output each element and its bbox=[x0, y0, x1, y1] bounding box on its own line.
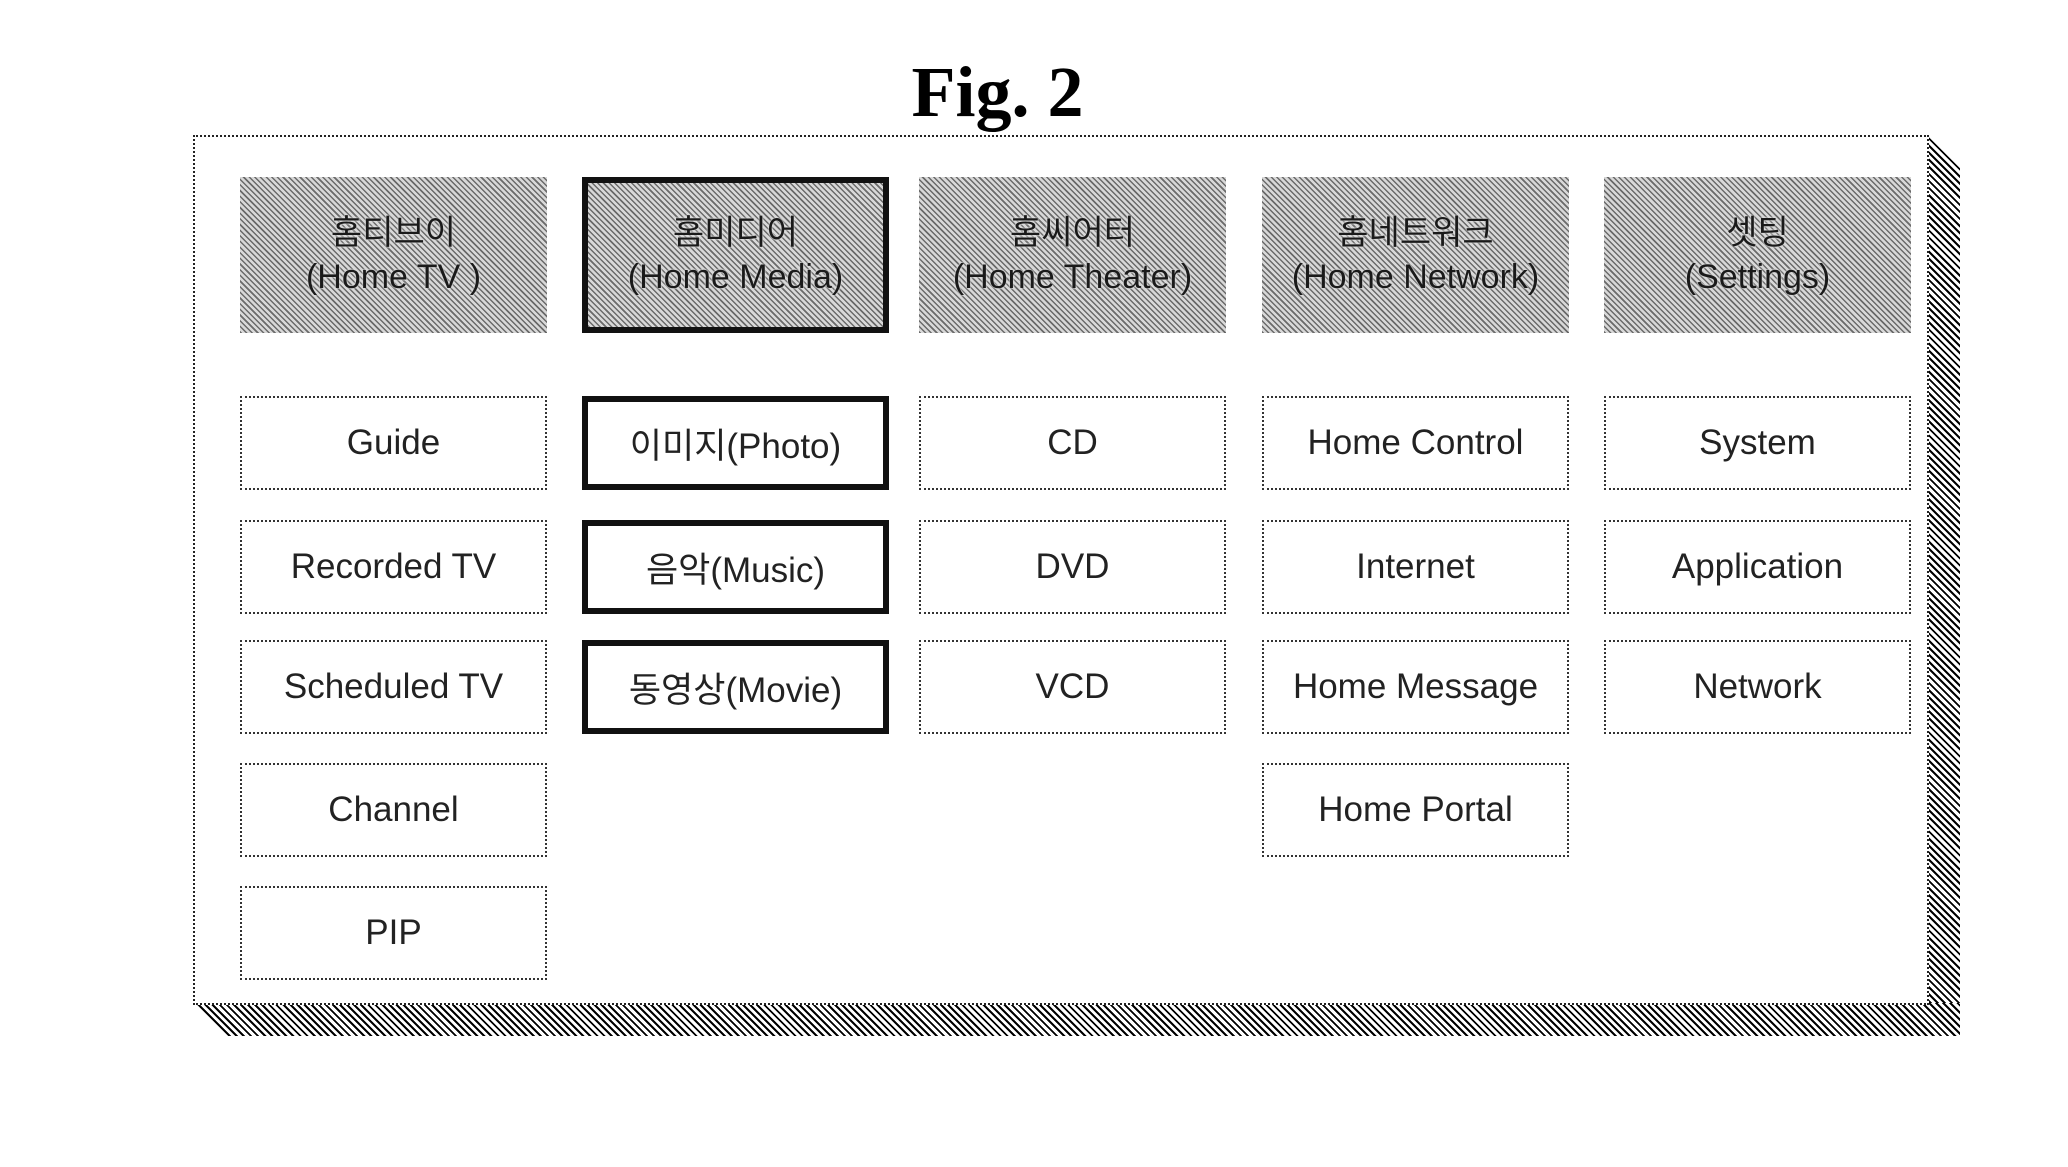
submenu-item-label: Application bbox=[1671, 547, 1844, 586]
submenu-item-label: Scheduled TV bbox=[283, 667, 504, 706]
category-label-english: (Settings) bbox=[1684, 258, 1831, 296]
category-label-english: (Home Media) bbox=[627, 258, 844, 296]
submenu-item-label: Guide bbox=[346, 423, 441, 462]
category-label-korean: 홈씨어터 bbox=[1009, 214, 1136, 252]
submenu-item-label: Home Portal bbox=[1318, 790, 1513, 829]
category-label-korean: 셋팅 bbox=[1726, 214, 1789, 252]
category-header-home-tv[interactable]: 홈티브이 (Home TV ) bbox=[240, 177, 547, 333]
category-label-english: (Home Theater) bbox=[952, 258, 1193, 296]
submenu-item-pip[interactable]: PIP bbox=[240, 886, 547, 980]
category-label-korean: 홈티브이 bbox=[330, 214, 457, 252]
category-header-label: 홈네트워크 (Home Network) bbox=[1292, 211, 1539, 299]
category-header-home-media[interactable]: 홈미디어 (Home Media) bbox=[582, 177, 889, 333]
submenu-item-label: PIP bbox=[365, 913, 422, 952]
frame-shadow-bottom bbox=[193, 1003, 1960, 1036]
submenu-item-label: Home Control bbox=[1307, 423, 1524, 462]
submenu-item-scheduled-tv[interactable]: Scheduled TV bbox=[240, 640, 547, 734]
submenu-item-label: VCD bbox=[1035, 667, 1110, 706]
category-header-label: 홈씨어터 (Home Theater) bbox=[953, 211, 1192, 299]
submenu-item-label: 동영상(Movie) bbox=[628, 670, 843, 710]
submenu-item-recorded-tv[interactable]: Recorded TV bbox=[240, 520, 547, 614]
submenu-item-label: Channel bbox=[328, 790, 459, 829]
submenu-item-home-portal[interactable]: Home Portal bbox=[1262, 763, 1569, 857]
submenu-item-music[interactable]: 음악(Music) bbox=[582, 520, 889, 614]
submenu-item-cd[interactable]: CD bbox=[919, 396, 1226, 490]
submenu-item-movie[interactable]: 동영상(Movie) bbox=[582, 640, 889, 734]
submenu-item-dvd[interactable]: DVD bbox=[919, 520, 1226, 614]
submenu-item-system[interactable]: System bbox=[1604, 396, 1911, 490]
submenu-item-label: Internet bbox=[1356, 547, 1475, 586]
category-label-english: (Home TV ) bbox=[305, 258, 482, 296]
submenu-item-network[interactable]: Network bbox=[1604, 640, 1911, 734]
submenu-item-label: Network bbox=[1693, 667, 1822, 706]
category-label-english: (Home Network) bbox=[1291, 258, 1540, 296]
submenu-item-home-control[interactable]: Home Control bbox=[1262, 396, 1569, 490]
category-header-home-network[interactable]: 홈네트워크 (Home Network) bbox=[1262, 177, 1569, 333]
submenu-item-application[interactable]: Application bbox=[1604, 520, 1911, 614]
submenu-item-home-message[interactable]: Home Message bbox=[1262, 640, 1569, 734]
frame-shadow-right bbox=[1927, 135, 1960, 1036]
submenu-item-label: DVD bbox=[1035, 547, 1110, 586]
category-header-label: 홈미디어 (Home Media) bbox=[628, 211, 843, 299]
submenu-item-label: Home Message bbox=[1292, 667, 1539, 706]
category-label-korean: 홈네트워크 bbox=[1337, 214, 1494, 252]
category-header-label: 홈티브이 (Home TV ) bbox=[306, 211, 481, 299]
submenu-item-channel[interactable]: Channel bbox=[240, 763, 547, 857]
submenu-item-vcd[interactable]: VCD bbox=[919, 640, 1226, 734]
category-header-home-theater[interactable]: 홈씨어터 (Home Theater) bbox=[919, 177, 1226, 333]
category-header-label: 셋팅 (Settings) bbox=[1685, 211, 1831, 299]
submenu-item-label: System bbox=[1699, 423, 1816, 462]
submenu-item-guide[interactable]: Guide bbox=[240, 396, 547, 490]
category-header-settings[interactable]: 셋팅 (Settings) bbox=[1604, 177, 1911, 333]
submenu-item-photo[interactable]: 이미지(Photo) bbox=[582, 396, 889, 490]
submenu-item-internet[interactable]: Internet bbox=[1262, 520, 1569, 614]
figure-title: Fig. 2 bbox=[911, 52, 1084, 132]
submenu-item-label: 이미지(Photo) bbox=[629, 426, 842, 466]
submenu-item-label: CD bbox=[1047, 423, 1098, 462]
category-label-korean: 홈미디어 bbox=[672, 214, 799, 252]
submenu-item-label: 음악(Music) bbox=[645, 550, 826, 590]
submenu-item-label: Recorded TV bbox=[290, 547, 497, 586]
